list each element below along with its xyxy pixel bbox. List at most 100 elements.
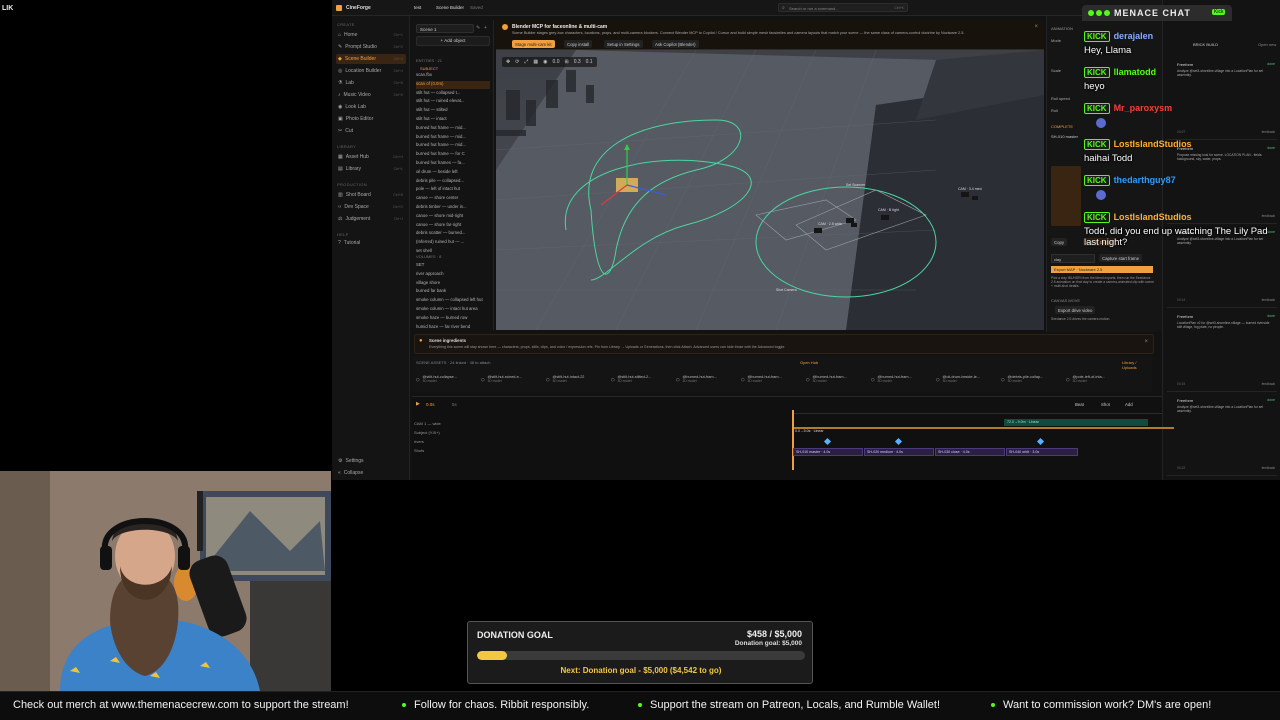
sidebar-item-shot-board[interactable]: ▥ Shot Board Ctrl+B — [336, 190, 406, 200]
edit-icon[interactable]: ✎ — [476, 25, 480, 31]
camera-icon[interactable]: ◉ — [543, 59, 547, 65]
asset-card[interactable]: ⬡ @burned-hut-fram... 3D model — [806, 370, 868, 388]
sidebar-item-home[interactable]: ⌂ Home Ctrl+1 — [336, 30, 406, 40]
add-scene-icon[interactable]: + — [484, 25, 487, 31]
sidebar-item-judgement[interactable]: ⚖ Judgement Ctrl+J — [336, 214, 406, 224]
entity-row[interactable]: oil drum — beside left — [416, 169, 490, 177]
sidebar-item-settings[interactable]: ⚙ Settings — [336, 456, 406, 466]
clay-select[interactable]: clay — [1051, 254, 1095, 263]
entity-row[interactable]: burned hut frame — mid... — [416, 125, 490, 133]
entity-row[interactable]: scan of (0.0m) — [416, 80, 490, 89]
volume-row[interactable]: smoke haze — burned row — [416, 315, 490, 323]
library-link[interactable]: Library / Uploads — [1122, 360, 1152, 370]
add-beat-button[interactable]: Beat — [1072, 400, 1087, 408]
command-search[interactable]: ⌕ Search or run a command... Ctrl+K — [778, 3, 908, 12]
close-banner-icon[interactable]: × — [1034, 24, 1038, 30]
entity-row[interactable]: stilt hut — collapsed t... — [416, 90, 490, 98]
entity-row[interactable]: debris timber — under in... — [416, 204, 490, 212]
toolbar-value-c[interactable]: 0.1 — [586, 59, 593, 65]
chat-username[interactable]: derajalen — [1114, 31, 1154, 41]
sidebar-item-asset-hub[interactable]: ▦ Asset Hub Ctrl+H — [336, 152, 406, 162]
sidebar-item-dev-space[interactable]: ‹› Dev Space Ctrl+D — [336, 202, 406, 212]
asset-card[interactable]: ⬡ @burned-hut-fram... 3D model — [871, 370, 933, 388]
keyframe[interactable] — [1036, 437, 1045, 446]
3d-viewport[interactable]: ✥ ⟳ ⤢ ▦ ◉ 0.0 ⊞ 0.3 0.1 Set Scanner CAM … — [496, 50, 1044, 330]
copy-button[interactable]: Copy — [1051, 238, 1068, 246]
shot-clip[interactable]: SH-030 close · 4.0s — [935, 448, 1005, 456]
entity-row[interactable]: scan.fbx — [416, 72, 490, 80]
log-entry[interactable]: Freeform done Analyze @set3-shoreline-vill… — [1167, 396, 1277, 476]
entity-row[interactable]: burned hut frame — mid... — [416, 142, 490, 150]
log-entry[interactable]: Freeform done LocationPlan v2 for @set3-sh… — [1167, 312, 1277, 392]
entity-row[interactable]: pole — left of intact hut — [416, 186, 490, 194]
capture-frame-button[interactable]: Capture start frame — [1099, 254, 1143, 262]
shot-clip[interactable]: SH-020 medium · 4.0s — [864, 448, 934, 456]
asset-card[interactable]: ⬡ @oil-drum-beside-le... 3D model — [936, 370, 998, 388]
entity-row[interactable]: canoe — shore center — [416, 195, 490, 203]
entity-row[interactable]: stilt hut — intact — [416, 116, 490, 124]
volume-row[interactable]: humid haze — far river bend — [416, 324, 490, 332]
asset-card[interactable]: ⬡ @burned-hut-fram... 3D model — [676, 370, 738, 388]
entity-row[interactable]: canoe — shore far-right — [416, 222, 490, 230]
volume-row[interactable]: SET — [416, 262, 490, 270]
entity-row[interactable]: burned hut frames — fa... — [416, 160, 490, 168]
move-icon[interactable]: ✥ — [506, 59, 510, 65]
setup-settings-button[interactable]: Setup in Settings — [604, 40, 643, 48]
entity-row[interactable]: stilt hut — stilted — [416, 107, 490, 115]
volume-row[interactable]: smoke column — collapsed left hut — [416, 297, 490, 305]
scene-selector[interactable]: Scene 1 — [416, 24, 474, 33]
rotate-icon[interactable]: ⟳ — [515, 59, 519, 65]
asset-card[interactable]: ⬡ @debris-pile-collap... 3D model — [1001, 370, 1063, 388]
chat-username[interactable]: llamatodd — [1114, 67, 1157, 77]
project-tab[interactable]: test — [414, 5, 421, 10]
sidebar-item-collapse[interactable]: «Collapse — [336, 468, 406, 478]
volume-row[interactable]: river approach — [416, 271, 490, 279]
feedback-link[interactable]: feedback — [1262, 298, 1275, 302]
volume-row[interactable]: village shore — [416, 280, 490, 288]
entity-row[interactable]: canoe — shore mid-right — [416, 213, 490, 221]
sidebar-item-prompt-studio[interactable]: ✎ Prompt Studio Ctrl+2 — [336, 42, 406, 52]
stage-multicam-button[interactable]: Stage multi-cam kit — [512, 40, 555, 48]
asset-card[interactable]: ⬡ @stilt-hut-intact-22 3D model — [546, 370, 608, 388]
keyframe[interactable] — [823, 437, 832, 446]
toolbar-value-b[interactable]: 0.3 — [574, 59, 581, 65]
sidebar-item-look-lab[interactable]: ◉ Look Lab — [336, 102, 406, 112]
volume-row[interactable]: burned far bank — [416, 288, 490, 296]
ask-copilot-button[interactable]: Ask Copilot (Blender) — [652, 40, 699, 48]
export-notice[interactable]: Export MAP · Noctware 2.5 — [1051, 266, 1153, 273]
grid-toggle-icon[interactable]: ▦ — [533, 59, 538, 65]
subject-clip[interactable]: 0.0→5.0s · Linear — [792, 429, 1152, 435]
chat-username[interactable]: LostIslandStudios — [1114, 212, 1192, 222]
asset-card[interactable]: ⬡ @pole-left-of-inta... 3D model — [1066, 370, 1128, 388]
asset-card[interactable]: ⬡ @stilt-hut-stilted-2... 3D model — [611, 370, 673, 388]
entity-row[interactable]: burned hut frame — mid... — [416, 134, 490, 142]
playhead[interactable] — [792, 410, 794, 470]
copy-install-button[interactable]: Copy install — [564, 40, 593, 48]
sidebar-item-photo-editor[interactable]: ▣ Photo Editor — [336, 114, 406, 124]
sidebar-item-tutorial[interactable]: ? Tutorial — [336, 238, 406, 248]
sidebar-item-scene-builder[interactable]: ◆ Scene Builder Ctrl+3 — [336, 54, 406, 64]
camera-clip[interactable]: 72.0→9.0m · Linear — [1004, 419, 1148, 426]
sidebar-item-lab[interactable]: ⚗ Lab Ctrl+5 — [336, 78, 406, 88]
export-drive-button[interactable]: Export drive video — [1055, 306, 1096, 314]
feedback-link[interactable]: feedback — [1262, 382, 1275, 386]
shot-clip[interactable]: SH-010 master · 4.0s — [793, 448, 863, 456]
shot-clip[interactable]: SH-040 orbit · 3.0s — [1006, 448, 1078, 456]
asset-card[interactable]: ⬡ @burned-hut-fram... 3D model — [741, 370, 803, 388]
keyframe[interactable] — [894, 437, 903, 446]
asset-card[interactable]: ⬡ @stilt-hut-ruined-e... 3D model — [481, 370, 543, 388]
breadcrumb[interactable]: Scene Builder — [436, 5, 464, 10]
sidebar-item-music-video[interactable]: ♪ Music Video Ctrl+6 — [336, 90, 406, 100]
toolbar-value-a[interactable]: 0.0 — [553, 59, 560, 65]
open-hub-link[interactable]: Open Hub — [800, 360, 818, 365]
asset-card[interactable]: ⬡ @stilt-hut-collapse... 3D model — [416, 370, 478, 388]
chat-username[interactable]: Mr_paroxysm — [1114, 103, 1173, 113]
sidebar-item-cut[interactable]: ✂ Cut — [336, 126, 406, 136]
play-icon[interactable]: ▶ — [416, 401, 420, 407]
chat-username[interactable]: thedarthguy87 — [1114, 175, 1176, 185]
sidebar-item-location-builder[interactable]: ◎ Location Builder Ctrl+4 — [336, 66, 406, 76]
add-button[interactable]: Add — [1122, 400, 1136, 408]
entity-row[interactable]: debris scatter — burned... — [416, 230, 490, 238]
close-ingredients-icon[interactable]: × — [1144, 339, 1148, 345]
entity-row[interactable]: burned hut frame — for C — [416, 151, 490, 159]
